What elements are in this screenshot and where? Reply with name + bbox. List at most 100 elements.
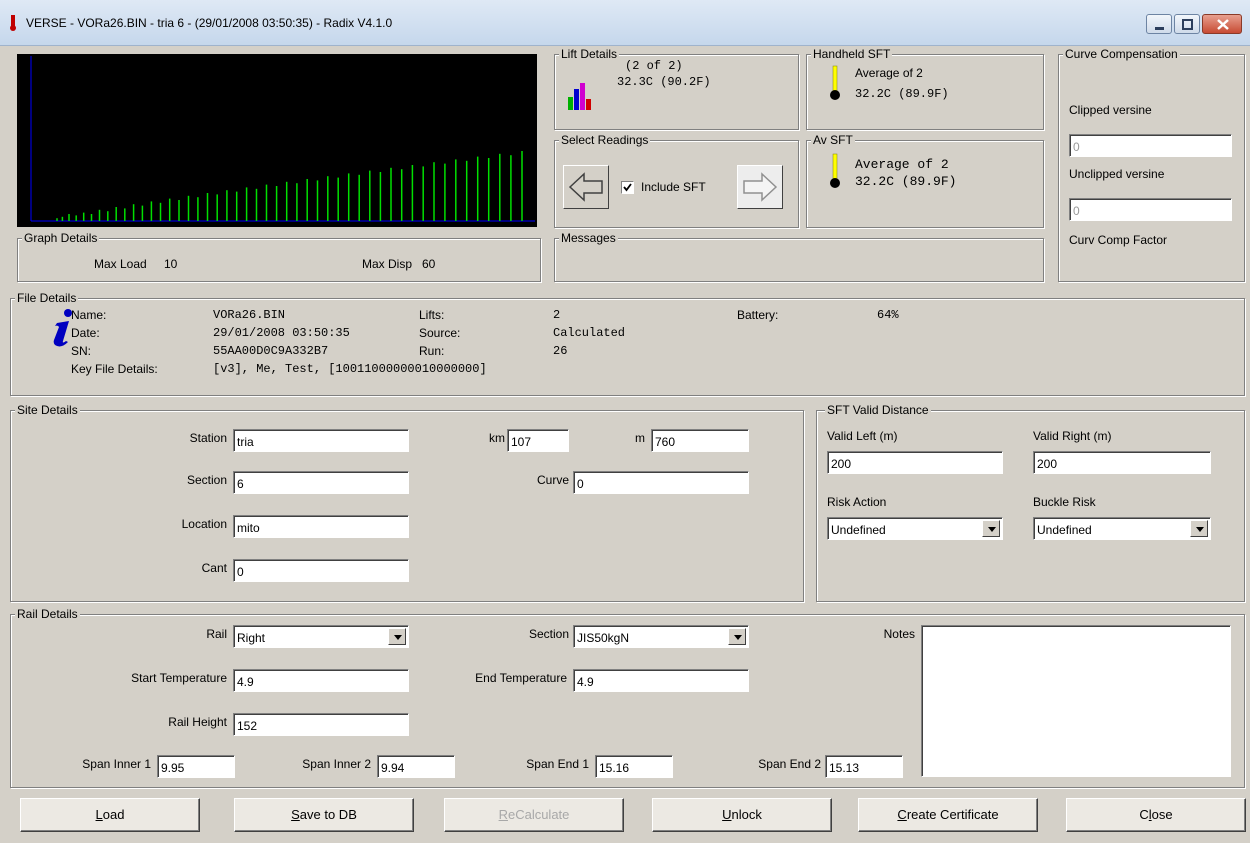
station-label: Station [189,431,227,445]
file-details-label: File Details [15,291,79,305]
span-inner-1-field[interactable]: 9.95 [157,755,235,778]
run-value: 26 [553,344,568,358]
span-end-2-label: Span End 2 [758,757,821,771]
window-title: VERSE - VORa26.BIN - tria 6 - (29/01/200… [26,16,393,30]
minimize-button[interactable] [1146,14,1172,34]
curve-compensation-group: Curve Compensation Clipped versine 0 Unc… [1058,47,1245,282]
risk-action-value: Undefined [831,523,886,537]
close-label: ose [1151,807,1173,822]
unlock-label: nlock [731,807,762,822]
rail-label: Rail [206,627,227,641]
unlock-accel: U [722,807,732,822]
thermometer-icon [10,15,16,31]
save-to-db-button[interactable]: Save to DB [234,798,414,832]
graph-details-group: Graph Details Max Load 10 Max Disp 60 [17,231,541,282]
m-field[interactable]: 760 [651,429,749,452]
buckle-risk-select[interactable]: Undefined [1033,517,1211,540]
start-temperature-label: Start Temperature [131,671,227,685]
valid-left-field[interactable]: 200 [827,451,1003,474]
load-accel: L [95,807,103,822]
lift-count: (2 of 2) [625,59,683,73]
unclipped-versine-field[interactable]: 0 [1069,198,1232,221]
cant-label: Cant [201,561,227,575]
station-field[interactable]: tria [233,429,409,452]
span-end-1-field[interactable]: 15.16 [595,755,673,778]
start-temperature-field[interactable]: 4.9 [233,669,409,692]
right-arrow-icon [743,172,778,202]
title-bar: VERSE - VORa26.BIN - tria 6 - (29/01/200… [0,0,1250,46]
rail-height-field[interactable]: 152 [233,713,409,736]
chevron-down-icon[interactable] [1190,520,1208,537]
handheld-sft-group: Handheld SFT Average of 2 32.2C (89.9F) [806,47,1044,130]
site-details-label: Site Details [15,403,80,417]
lifts-label: Lifts: [419,308,445,322]
close-button[interactable]: Close [1066,798,1246,832]
curve-label: Curve [536,473,569,487]
key-file-details-value: [v3], Me, Test, [10011000000010000000] [213,362,487,376]
rail-select[interactable]: Right [233,625,409,648]
include-sft-checkbox[interactable] [621,181,634,194]
buckle-risk-value: Undefined [1037,523,1092,537]
max-disp-value: 60 [422,257,436,271]
km-label: km [489,431,505,445]
handheld-sft-temp: 32.2C (89.9F) [855,87,949,101]
cert-accel: C [897,807,907,822]
file-details-group: File Details Name: Date: SN: Key File De… [10,291,1245,396]
handheld-sft-label: Handheld SFT [811,47,893,61]
cant-field[interactable]: 0 [233,559,409,582]
km-field[interactable]: 107 [507,429,569,452]
save-accel: S [291,807,300,822]
messages-label: Messages [559,231,618,245]
valid-right-field[interactable]: 200 [1033,451,1211,474]
create-certificate-button[interactable]: Create Certificate [858,798,1038,832]
end-temperature-field[interactable]: 4.9 [573,669,749,692]
unclipped-versine-label: Unclipped versine [1069,167,1165,181]
left-arrow-icon [568,172,603,202]
location-field[interactable]: mito [233,515,409,538]
close-window-button[interactable] [1202,14,1242,34]
rail-details-label: Rail Details [15,607,80,621]
lift-details-label: Lift Details [559,47,620,61]
graph-details-label: Graph Details [22,231,100,245]
clipped-versine-field[interactable]: 0 [1069,134,1232,157]
recalc-accel: R [498,807,508,822]
span-inner-2-field[interactable]: 9.94 [377,755,455,778]
curv-comp-factor-label: Curv Comp Factor [1069,233,1168,247]
rail-section-value: JIS50kgN [577,631,630,645]
max-load-label: Max Load [94,257,147,271]
handheld-sft-average: Average of 2 [855,66,923,80]
rail-section-select[interactable]: JIS50kgN [573,625,749,648]
span-end-2-field[interactable]: 15.13 [825,755,903,778]
unlock-button[interactable]: Unlock [652,798,832,832]
thermometer-icon [830,153,840,188]
close-pre: C [1139,807,1149,822]
next-reading-button[interactable] [737,165,783,209]
lift-temperature: 32.3C (90.2F) [617,75,711,89]
cert-label: reate Certificate [906,807,999,822]
risk-action-select[interactable]: Undefined [827,517,1003,540]
av-sft-group: Av SFT Average of 2 32.2C (89.9F) [806,133,1044,228]
previous-reading-button[interactable] [563,165,609,209]
site-details-group: Site Details Station tria Section 6 Loca… [10,403,804,602]
include-sft-label: Include SFT [641,180,706,194]
m-label: m [635,431,645,445]
risk-action-label: Risk Action [827,495,887,509]
section-field[interactable]: 6 [233,471,409,494]
recalc-label: eCalculate [507,807,570,822]
clipped-versine-label: Clipped versine [1069,103,1152,117]
battery-value: 64% [877,308,899,322]
span-inner-1-label: Span Inner 1 [82,757,151,771]
recalculate-button[interactable]: ReCalculate [444,798,624,832]
load-button[interactable]: Load [20,798,200,832]
maximize-icon [1182,19,1193,30]
span-end-1-label: Span End 1 [526,757,589,771]
lifts-value: 2 [553,308,561,322]
chevron-down-icon[interactable] [728,628,746,645]
curve-field[interactable]: 0 [573,471,749,494]
notes-textarea[interactable] [921,625,1231,777]
maximize-button[interactable] [1174,14,1200,34]
source-value: Calculated [553,326,626,340]
chevron-down-icon[interactable] [982,520,1000,537]
chevron-down-icon[interactable] [388,628,406,645]
curve-compensation-label: Curve Compensation [1063,47,1180,61]
